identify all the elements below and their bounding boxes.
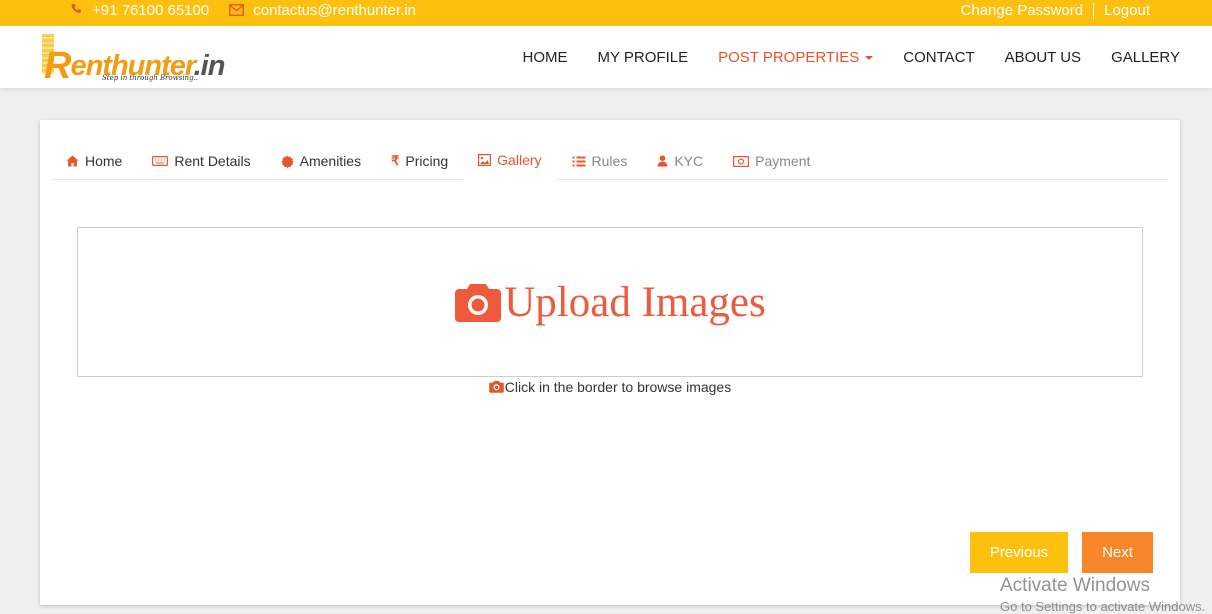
step-tabs: Home Rent Details Amenities ₹ Pricing Ga… [51, 142, 1168, 180]
nav-post-properties-label: POST PROPERTIES [718, 48, 860, 66]
tab-kyc[interactable]: KYC [642, 142, 718, 180]
account-links: Change Password Logout [961, 2, 1150, 19]
tab-home[interactable]: Home [51, 142, 137, 180]
phone-icon [70, 3, 83, 19]
tab-kyc-label: KYC [674, 153, 704, 169]
previous-button[interactable]: Previous [970, 532, 1068, 573]
envelope-icon [229, 3, 245, 19]
contact-info: +91 76100 65100 contactus@renthunter.in [70, 2, 436, 19]
tab-payment[interactable]: Payment [718, 142, 825, 180]
main-nav: HOME MY PROFILE POST PROPERTIES CONTACT … [493, 26, 1180, 88]
logo-tagline: Step in through Browsing.. [102, 74, 199, 82]
upload-hint-text: Click in the border to browse images [504, 379, 732, 395]
email-address: contactus@renthunter.in [253, 2, 417, 19]
keyboard-icon [152, 156, 169, 166]
activate-windows-watermark: Activate Windows Go to Settings to activ… [1000, 575, 1205, 614]
tab-amenities-label: Amenities [299, 153, 362, 169]
tab-rent-details[interactable]: Rent Details [137, 142, 265, 180]
nav-home[interactable]: HOME [523, 49, 568, 66]
image-upload-dropzone[interactable]: Upload Images [77, 227, 1143, 377]
tab-pricing-label: Pricing [405, 153, 449, 169]
image-icon [478, 154, 492, 166]
upload-hint: Click in the border to browse images [40, 379, 1180, 396]
logout-link[interactable]: Logout [1104, 2, 1150, 19]
list-icon [572, 156, 586, 167]
user-icon [657, 155, 668, 167]
post-property-card: Home Rent Details Amenities ₹ Pricing Ga… [40, 120, 1180, 605]
tab-gallery-label: Gallery [497, 152, 542, 168]
home-icon [66, 155, 79, 167]
watermark-subtitle: Go to Settings to activate Windows. [1000, 599, 1206, 614]
nav-post-properties[interactable]: POST PROPERTIES [718, 48, 874, 66]
caret-down-icon [865, 55, 874, 60]
rupee-icon: ₹ [391, 153, 400, 168]
main-header: Renthunter.in Step in through Browsing..… [0, 26, 1212, 88]
email-contact[interactable]: contactus@renthunter.in [229, 2, 416, 19]
watermark-title: Activate Windows [1000, 575, 1150, 596]
upload-title: Upload Images [504, 278, 766, 326]
money-icon [733, 155, 750, 167]
nav-my-profile[interactable]: MY PROFILE [598, 49, 689, 66]
tab-rules[interactable]: Rules [557, 142, 643, 180]
tab-rent-details-label: Rent Details [174, 153, 251, 169]
tab-amenities[interactable]: Amenities [266, 142, 376, 180]
divider [1093, 2, 1095, 19]
camera-icon [454, 281, 502, 323]
logo[interactable]: Renthunter.in Step in through Browsing.. [40, 30, 225, 87]
next-button[interactable]: Next [1082, 532, 1153, 573]
tab-home-label: Home [85, 153, 123, 169]
nav-about-us[interactable]: ABOUT US [1005, 49, 1081, 66]
nav-gallery[interactable]: GALLERY [1111, 49, 1180, 66]
camera-icon [488, 380, 504, 396]
certificate-icon [280, 155, 294, 168]
tab-rules-label: Rules [591, 153, 628, 169]
top-bar: +91 76100 65100 contactus@renthunter.in … [0, 0, 1212, 26]
phone-number: +91 76100 65100 [92, 2, 210, 19]
tab-pricing[interactable]: ₹ Pricing [376, 142, 463, 180]
change-password-link[interactable]: Change Password [961, 2, 1084, 19]
phone-contact[interactable]: +91 76100 65100 [70, 2, 209, 19]
tab-payment-label: Payment [755, 153, 811, 169]
tab-gallery[interactable]: Gallery [463, 142, 557, 180]
nav-contact[interactable]: CONTACT [903, 49, 974, 66]
upload-heading: Upload Images [454, 278, 766, 327]
